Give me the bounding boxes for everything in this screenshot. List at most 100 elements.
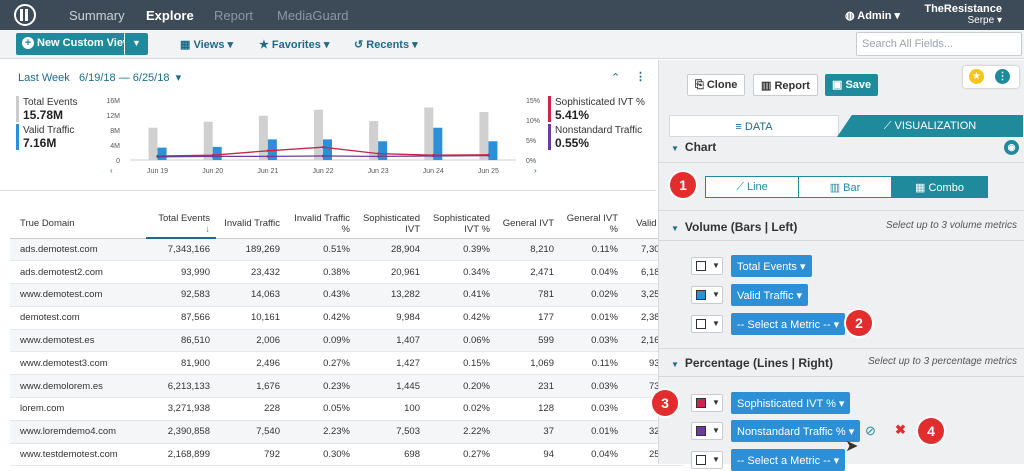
clone-button[interactable]: ⎘ Clone xyxy=(687,74,746,96)
table-cell: 0.06% xyxy=(426,329,496,353)
table-cell: 92,583 xyxy=(146,283,216,307)
column-header[interactable]: General IVT % xyxy=(560,210,624,239)
tab-report[interactable]: Report xyxy=(214,8,253,23)
column-header[interactable]: General IVT xyxy=(496,210,560,239)
table-row[interactable]: demotest.com 87,566 10,161 0.42% 9,984 0.42% 1… xyxy=(10,306,684,330)
date-range-picker[interactable]: Last Week 6/19/18 — 6/25/18 ▾ xyxy=(18,71,181,84)
y2-tick-label: 5% xyxy=(526,138,536,145)
percentage-metric-select[interactable]: Nonstandard Traffic % ▾ xyxy=(731,420,861,442)
volume-metric-select[interactable]: Valid Traffic ▾ xyxy=(731,284,809,306)
table-row[interactable]: ads.demotest2.com 93,990 23,432 0.38% 20,961… xyxy=(10,260,684,285)
clone-label: Clone xyxy=(706,79,738,91)
color-picker[interactable]: ▼ xyxy=(691,394,723,412)
tab-summary[interactable]: Summary xyxy=(69,8,125,23)
tab-visualization[interactable]: ⟋ VISUALIZATION xyxy=(837,115,1023,137)
table-row[interactable]: www.demotest.es 86,510 2,006 0.09% 1,407 0.06… xyxy=(10,329,684,353)
color-picker[interactable]: ▼ xyxy=(691,451,723,469)
table-cell: 0.01% xyxy=(560,306,624,330)
legend-value: 7.16M xyxy=(23,136,57,150)
section-title: Percentage (Lines | Right) xyxy=(684,356,833,370)
table-cell: 0.42% xyxy=(426,306,496,330)
volume-metric-select[interactable]: Total Events ▾ xyxy=(731,255,812,277)
chart-type-combo[interactable]: ▦ Combo xyxy=(891,176,988,198)
chevron-left-icon: ‹ xyxy=(110,166,113,175)
table-cell: 28,904 xyxy=(356,238,426,262)
percentage-metric-select[interactable]: Sophisticated IVT % ▾ xyxy=(731,392,851,414)
table-cell: 7,540 xyxy=(216,420,286,444)
table-row[interactable]: www.loremdemo4.com 2,390,858 7,540 2.23% 7,5… xyxy=(10,420,684,444)
new-view-dropdown-button[interactable]: ▼ xyxy=(124,33,148,55)
caret-down-icon: ▼ xyxy=(712,426,720,435)
column-header[interactable]: Sophisticated IVT % xyxy=(426,210,496,239)
bar-icon: ▥ xyxy=(829,182,844,194)
column-header[interactable]: Sophisticated IVT xyxy=(356,210,426,239)
table-row[interactable]: www.demolorem.es 6,213,133 1,676 0.23% 1,445… xyxy=(10,374,684,399)
data-table: True Domain Total Events ↓ Invalid Traffic… xyxy=(10,210,684,467)
sub-account: Serpe xyxy=(967,15,995,26)
views-menu[interactable]: ▦ Views ▾ xyxy=(180,38,233,51)
table-cell: 0.39% xyxy=(426,238,496,262)
search-input[interactable]: Search All Fields... xyxy=(856,32,1022,56)
line-point xyxy=(376,152,380,155)
recents-menu[interactable]: ↺ Recents ▾ xyxy=(354,38,418,51)
new-custom-view-button[interactable]: + New Custom View xyxy=(16,33,139,55)
admin-menu[interactable]: ◍ Admin ▾ xyxy=(845,9,900,22)
table-cell: 2,390,858 xyxy=(146,420,216,444)
metric-label: Total Events xyxy=(737,261,797,273)
account-menu[interactable]: TheResistance Serpe ▾ xyxy=(924,3,1002,26)
eye-icon[interactable]: ◉ xyxy=(1004,140,1019,155)
more-icon[interactable]: ⋮ xyxy=(635,70,646,83)
color-picker[interactable]: ▼ xyxy=(691,422,723,440)
color-picker[interactable]: ▼ xyxy=(691,286,723,304)
column-header[interactable]: Total Events ↓ xyxy=(146,210,216,239)
chart-type-bar[interactable]: ▥ Bar xyxy=(798,176,892,198)
column-header[interactable]: True Domain xyxy=(10,210,146,239)
y2-tick-label: 15% xyxy=(526,98,540,105)
percentage-section-header[interactable]: ▼ Percentage (Lines | Right) Select up to … xyxy=(671,356,1023,370)
legend-swatch xyxy=(16,124,19,150)
caret-down-icon: ▼ xyxy=(671,224,679,233)
table-row[interactable]: www.demotest3.com 81,900 2,496 0.27% 1,427 0.… xyxy=(10,351,684,376)
star-icon[interactable]: ★ xyxy=(969,69,984,84)
column-header[interactable]: Invalid Traffic % xyxy=(286,210,356,239)
collapse-icon[interactable]: ⌃ xyxy=(611,71,620,84)
table-cell: 0.03% xyxy=(560,374,624,399)
legend-swatch xyxy=(548,96,551,122)
tab-mediaguard[interactable]: MediaGuard xyxy=(277,8,349,23)
table-cell: 0.42% xyxy=(286,306,356,330)
more-icon[interactable]: ⋮ xyxy=(995,69,1010,84)
save-label: Save xyxy=(845,79,872,91)
caret-down-icon: ▼ xyxy=(671,144,679,153)
y-tick-label: 12M xyxy=(106,113,120,120)
color-picker[interactable]: ▼ xyxy=(691,257,723,275)
column-header[interactable]: Invalid Traffic xyxy=(216,210,286,239)
x-tick-label: Jun 20 xyxy=(202,168,223,175)
volume-section-header[interactable]: ▼ Volume (Bars | Left) Select up to 3 volu… xyxy=(671,220,1023,234)
table-row[interactable]: lorem.com 3,271,938 228 0.05% 100 0.02% 128 0.0… xyxy=(10,397,684,421)
color-picker[interactable]: ▼ xyxy=(691,315,723,333)
legend-value: 15.78M xyxy=(23,108,64,122)
volume-metric-select[interactable]: -- Select a Metric -- ▾ xyxy=(731,313,846,335)
table-cell: 0.30% xyxy=(286,443,356,467)
app-logo-icon[interactable] xyxy=(14,4,36,26)
table-row[interactable]: www.demotest.com 92,583 14,063 0.43% 13,282 0… xyxy=(10,283,684,307)
chart-type-line[interactable]: ⟋ Line xyxy=(705,176,799,198)
table-cell: www.loremdemo4.com xyxy=(10,420,146,444)
tab-data[interactable]: ≡ DATA xyxy=(669,115,839,137)
table-cell: 0.15% xyxy=(426,351,496,376)
percentage-metric-select[interactable]: -- Select a Metric -- ▾ xyxy=(731,449,846,471)
table-row[interactable]: ads.demotest.com 7,343,166 189,269 0.51% 28,… xyxy=(10,238,684,262)
tab-explore[interactable]: Explore xyxy=(146,8,194,23)
hide-eye-icon[interactable]: ⊘ xyxy=(865,423,876,439)
table-row[interactable]: www.testdemotest.com 2,168,899 792 0.30% 698… xyxy=(10,443,684,467)
sort-desc-icon[interactable]: ↓ xyxy=(205,224,210,235)
table-cell: 94 xyxy=(496,443,560,467)
callout-badge: 2 xyxy=(846,310,872,336)
remove-x-icon[interactable]: ✖ xyxy=(895,422,906,438)
save-button[interactable]: ▣ Save xyxy=(825,74,879,96)
report-button[interactable]: ▥ Report xyxy=(753,74,818,96)
favorites-menu[interactable]: ★ Favorites ▾ xyxy=(259,38,329,51)
org-name: TheResistance xyxy=(924,3,1002,15)
chart-section-header[interactable]: ▼ Chart ◉ xyxy=(671,140,1023,155)
table-cell: 93,990 xyxy=(146,260,216,285)
